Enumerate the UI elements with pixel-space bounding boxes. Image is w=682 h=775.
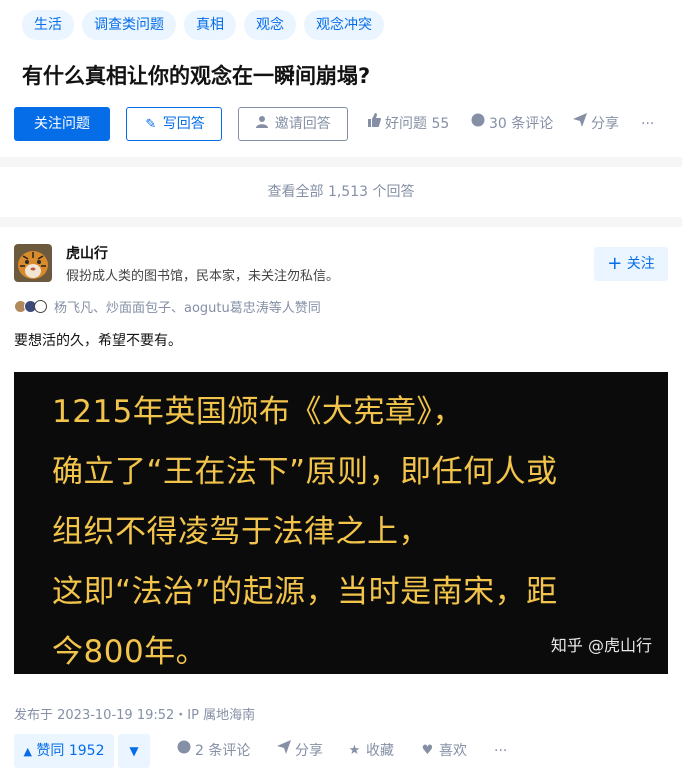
question-header: 生活 调查类问题 真相 观念 观念冲突 有什么真相让你的观念在一瞬间崩塌? 关注… xyxy=(0,0,682,157)
answer-comments-label: 2 条评论 xyxy=(195,743,251,759)
upvote-label: 赞同 1952 xyxy=(36,743,105,759)
answer-card: 虎山行 假扮成人类的图书馆，民本家，未关注勿私信。 + 关注 杨飞凡、炒面面包子… xyxy=(0,227,682,775)
question-title[interactable]: 有什么真相让你的观念在一瞬间崩塌? xyxy=(22,60,370,90)
heart-icon: ♥ xyxy=(421,743,434,758)
image-watermark: 知乎 @虎山行 xyxy=(550,636,652,655)
voter-avatar xyxy=(34,300,47,313)
share-icon xyxy=(572,107,587,141)
topic-tag[interactable]: 观念 xyxy=(244,10,296,40)
image-text-line: 今800年。 xyxy=(52,634,208,670)
follow-author-button[interactable]: + 关注 xyxy=(594,247,668,281)
image-text-line: 1215年英国颁布《大宪章》， xyxy=(52,394,464,430)
invite-answer-label: 邀请回答 xyxy=(274,116,331,132)
person-add-icon xyxy=(255,109,270,141)
star-icon: ★ xyxy=(348,743,361,758)
like-label: 喜欢 xyxy=(439,743,467,759)
follow-author-label: 关注 xyxy=(626,256,655,272)
downvote-button[interactable]: ▼ xyxy=(118,734,150,768)
collect-label: 收藏 xyxy=(366,743,394,759)
write-answer-label: 写回答 xyxy=(162,116,205,132)
like-button[interactable]: ♥ 喜欢 xyxy=(420,734,467,768)
topic-tag[interactable]: 真相 xyxy=(184,10,236,40)
share-label: 分享 xyxy=(591,116,619,132)
thumbs-up-icon xyxy=(366,107,381,141)
publish-time[interactable]: 发布于 2023-10-19 19:52・IP 属地海南 xyxy=(14,704,255,723)
upvote-button[interactable]: ▲ 赞同 1952 xyxy=(14,734,114,768)
share-button[interactable]: 分享 xyxy=(572,107,619,141)
topic-tag[interactable]: 调查类问题 xyxy=(82,10,176,40)
follow-question-button[interactable]: 关注问题 xyxy=(14,107,110,141)
question-actions: 关注问题 ✎ 写回答 邀请回答 好问题 55 30 条评论 分享 ··· xyxy=(14,107,668,141)
good-question-label: 好问题 55 xyxy=(385,116,450,132)
triangle-down-icon: ▼ xyxy=(129,744,139,758)
answer-text: 要想活的久，希望不要有。 xyxy=(14,333,182,349)
topic-tags: 生活 调查类问题 真相 观念 观念冲突 xyxy=(22,10,384,40)
image-text-line: 确立了“王在法下”原则，即任何人或 xyxy=(52,454,558,490)
share-icon xyxy=(276,734,291,768)
topic-tag[interactable]: 观念冲突 xyxy=(304,10,384,40)
voters-text[interactable]: 杨飞凡、炒面面包子、aogutu葛忠涛等人赞同 xyxy=(54,297,321,316)
comments-label: 30 条评论 xyxy=(489,116,554,132)
avatar[interactable] xyxy=(14,244,52,282)
more-button[interactable]: ··· xyxy=(641,107,654,141)
pencil-icon: ✎ xyxy=(145,117,157,132)
comment-icon xyxy=(176,734,191,768)
author-bio: 假扮成人类的图书馆，民本家，未关注勿私信。 xyxy=(66,269,340,284)
answer-more-button[interactable]: ··· xyxy=(494,734,507,768)
invite-answer-button[interactable]: 邀请回答 xyxy=(238,107,348,141)
voters-summary: 杨飞凡、炒面面包子、aogutu葛忠涛等人赞同 xyxy=(14,297,321,316)
comment-icon xyxy=(470,107,485,141)
topic-tag[interactable]: 生活 xyxy=(22,10,74,40)
voter-avatars xyxy=(14,300,47,313)
write-answer-button[interactable]: ✎ 写回答 xyxy=(126,107,222,141)
good-question-button[interactable]: 好问题 55 xyxy=(366,107,449,141)
answer-image[interactable]: 1215年英国颁布《大宪章》， 确立了“王在法下”原则，即任何人或 组织不得凌驾… xyxy=(14,372,668,674)
plus-icon: + xyxy=(607,253,623,274)
answer-share-button[interactable]: 分享 xyxy=(276,734,323,768)
author-name[interactable]: 虎山行 xyxy=(66,243,108,263)
image-text-line: 这即“法治”的起源，当时是南宋，距 xyxy=(52,574,558,610)
comments-button[interactable]: 30 条评论 xyxy=(470,107,553,141)
answer-share-label: 分享 xyxy=(295,743,323,759)
view-all-answers-link[interactable]: 查看全部 1,513 个回答 xyxy=(0,167,682,217)
collect-button[interactable]: ★ 收藏 xyxy=(347,734,394,768)
image-text-line: 组织不得凌驾于法律之上， xyxy=(52,514,430,550)
triangle-up-icon: ▲ xyxy=(23,745,32,758)
answer-comments-button[interactable]: 2 条评论 xyxy=(176,734,250,768)
answer-actions: ▲ 赞同 1952 ▼ 2 条评论 分享 ★ 收藏 ♥ 喜欢 ··· xyxy=(14,734,668,768)
